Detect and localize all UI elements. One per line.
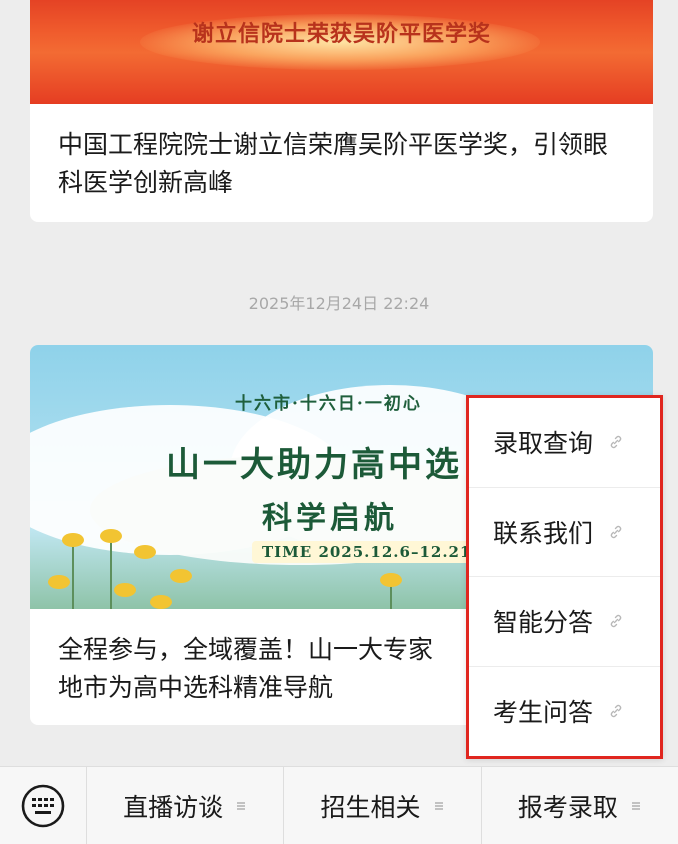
flower-stem — [390, 585, 392, 609]
flower-stem — [110, 541, 112, 609]
menu-item-label: 联系我们 — [493, 518, 594, 548]
article-1-banner-text: 谢立信院士荣获吴阶平医学奖 — [191, 21, 491, 47]
article-2-banner-time: TIME 2025.12.6–12.21 — [252, 541, 482, 563]
keyboard-toggle-button[interactable] — [0, 767, 86, 844]
popup-submenu: 录取查询 联系我们 智能分答 考生问答 — [466, 395, 663, 759]
tab-label: 直播访谈 — [123, 792, 224, 822]
tab-live-interview[interactable]: 直播访谈 — [86, 766, 283, 844]
article-2-banner-title-line2: 科学启航 — [262, 501, 398, 536]
tab-label: 招生相关 — [320, 792, 421, 822]
link-icon — [610, 705, 622, 718]
article-card-1[interactable]: 谢立信院士荣获吴阶平医学奖 中国工程院院士谢立信荣膺吴阶平医学奖，引领眼科医学创… — [30, 0, 653, 222]
article-2-banner-title: 山一大助力高中选 — [166, 445, 462, 485]
flower-stem — [72, 545, 74, 609]
article-1-title[interactable]: 中国工程院院士谢立信荣膺吴阶平医学奖，引领眼科医学创新高峰 — [30, 104, 653, 202]
flower-shape — [380, 573, 402, 587]
menu-item-label: 考生问答 — [493, 698, 594, 728]
flower-shape — [62, 533, 84, 547]
menu-item-candidate-qa[interactable]: 考生问答 — [469, 667, 660, 757]
menu-item-contact-us[interactable]: 联系我们 — [469, 488, 660, 577]
menu-item-admission-query[interactable]: 录取查询 — [469, 398, 660, 488]
flower-shape — [100, 529, 122, 543]
tab-admission-related[interactable]: 招生相关 — [283, 766, 480, 844]
menu-item-label: 智能分答 — [493, 608, 594, 638]
link-icon — [610, 525, 622, 538]
flower-shape — [170, 569, 192, 583]
menu-lines-icon — [434, 801, 443, 810]
tab-label: 报考录取 — [517, 792, 618, 822]
menu-item-smart-answer[interactable]: 智能分答 — [469, 577, 660, 667]
link-icon — [610, 436, 622, 449]
bottom-menu-bar: 直播访谈 招生相关 报考录取 — [0, 766, 678, 844]
flower-shape — [150, 595, 172, 609]
flower-shape — [134, 545, 156, 559]
tab-application-admission[interactable]: 报考录取 — [480, 766, 678, 844]
flower-shape — [48, 575, 70, 589]
article-1-banner[interactable]: 谢立信院士荣获吴阶平医学奖 — [30, 0, 653, 104]
keyboard-icon — [21, 784, 65, 827]
menu-lines-icon — [237, 801, 246, 810]
message-timestamp: 2025年12月24日 22:24 — [248, 294, 430, 313]
link-icon — [610, 615, 622, 628]
menu-lines-icon — [631, 801, 640, 810]
article-2-banner-subtitle: 十六市·十六日·一初心 — [235, 394, 422, 414]
menu-item-label: 录取查询 — [493, 429, 594, 459]
flower-shape — [114, 583, 136, 597]
